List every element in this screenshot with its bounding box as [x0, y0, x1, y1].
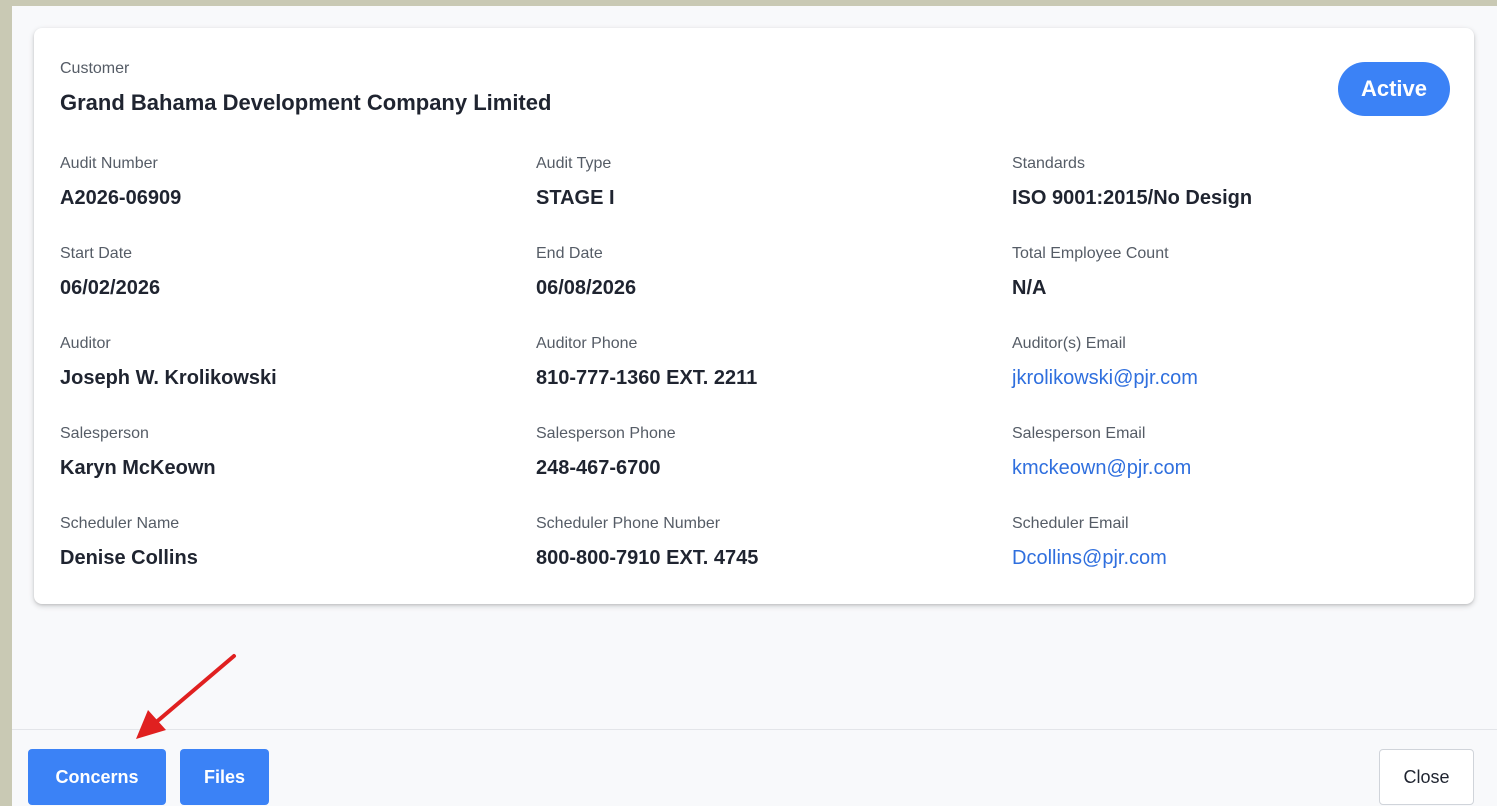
- audit-details-dialog: Customer Grand Bahama Development Compan…: [12, 6, 1497, 806]
- customer-name: Grand Bahama Development Company Limited: [60, 90, 552, 115]
- field-label: Auditor Phone: [536, 335, 638, 352]
- field-standards: Standards ISO 9001:2015/No Design: [1012, 154, 1432, 244]
- field-label: Auditor: [60, 335, 111, 352]
- field-total-employee-count: Total Employee Count N/A: [1012, 244, 1432, 334]
- field-start-date: Start Date 06/02/2026: [60, 244, 536, 334]
- field-value: N/A: [1012, 277, 1047, 299]
- field-label: Scheduler Phone Number: [536, 515, 721, 532]
- audit-details-card: Customer Grand Bahama Development Compan…: [34, 28, 1474, 604]
- field-label: Auditor(s) Email: [1012, 335, 1126, 352]
- field-salesperson-email: Salesperson Email kmckeown@pjr.com: [1012, 424, 1432, 514]
- field-auditor-phone: Auditor Phone 810-777-1360 EXT. 2211: [536, 334, 1012, 424]
- scheduler-email-link[interactable]: Dcollins@pjr.com: [1012, 546, 1432, 570]
- field-value: Joseph W. Krolikowski: [60, 367, 277, 389]
- concerns-button[interactable]: Concerns: [28, 749, 166, 805]
- field-value: ISO 9001:2015/No Design: [1012, 187, 1253, 209]
- field-audit-type: Audit Type STAGE I: [536, 154, 1012, 244]
- field-label: Scheduler Email: [1012, 515, 1129, 532]
- field-label: Salesperson: [60, 425, 149, 442]
- files-button[interactable]: Files: [180, 749, 269, 805]
- field-label: Total Employee Count: [1012, 245, 1169, 262]
- field-value: 06/02/2026: [60, 277, 161, 299]
- field-value: 248-467-6700: [536, 457, 661, 479]
- field-audit-number: Audit Number A2026-06909: [60, 154, 536, 244]
- audit-fields-grid: Audit Number A2026-06909 Audit Type STAG…: [60, 154, 1432, 604]
- field-end-date: End Date 06/08/2026: [536, 244, 1012, 334]
- field-scheduler-email: Scheduler Email Dcollins@pjr.com: [1012, 514, 1432, 604]
- field-value: 06/08/2026: [536, 277, 637, 299]
- field-value: Karyn McKeown: [60, 457, 216, 479]
- field-label: Standards: [1012, 155, 1085, 172]
- field-label: Audit Number: [60, 155, 158, 172]
- field-scheduler-name: Scheduler Name Denise Collins: [60, 514, 536, 604]
- field-salesperson-phone: Salesperson Phone 248-467-6700: [536, 424, 1012, 514]
- field-value: Denise Collins: [60, 547, 198, 569]
- field-auditor-email: Auditor(s) Email jkrolikowski@pjr.com: [1012, 334, 1432, 424]
- salesperson-email-link[interactable]: kmckeown@pjr.com: [1012, 456, 1432, 480]
- status-badge: Active: [1338, 62, 1450, 116]
- field-label: Audit Type: [536, 155, 612, 172]
- field-scheduler-phone: Scheduler Phone Number 800-800-7910 EXT.…: [536, 514, 1012, 604]
- field-label: Start Date: [60, 245, 133, 262]
- customer-label: Customer: [60, 60, 130, 77]
- annotation-arrow-icon: [136, 654, 236, 739]
- field-salesperson: Salesperson Karyn McKeown: [60, 424, 536, 514]
- field-value: 800-800-7910 EXT. 4745: [536, 547, 759, 569]
- field-auditor: Auditor Joseph W. Krolikowski: [60, 334, 536, 424]
- field-label: Salesperson Phone: [536, 425, 676, 442]
- field-label: Scheduler Name: [60, 515, 180, 532]
- auditor-email-link[interactable]: jkrolikowski@pjr.com: [1012, 366, 1432, 390]
- close-button[interactable]: Close: [1379, 749, 1474, 805]
- field-value: 810-777-1360 EXT. 2211: [536, 367, 758, 389]
- field-label: End Date: [536, 245, 603, 262]
- field-label: Salesperson Email: [1012, 425, 1146, 442]
- field-value: STAGE I: [536, 187, 615, 209]
- field-value: A2026-06909: [60, 187, 182, 209]
